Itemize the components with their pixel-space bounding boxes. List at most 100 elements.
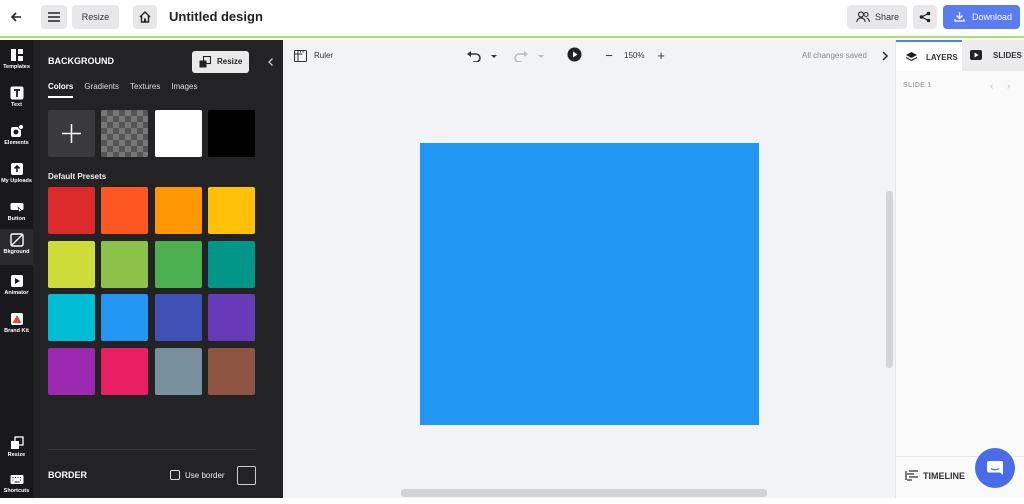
chevron-right-icon[interactable]: ›: [1007, 81, 1010, 92]
add-color-button[interactable]: [48, 110, 95, 157]
use-border-checkbox[interactable]: [170, 470, 180, 480]
keyboard-icon: [10, 475, 23, 484]
side-rail: Templates Text Elements My Uploads Butto…: [0, 40, 33, 498]
rail-label: Shortcuts: [3, 488, 30, 494]
preset-swatch[interactable]: [48, 241, 95, 288]
preset-swatch[interactable]: [155, 187, 202, 234]
rail-label: Bkground: [3, 249, 30, 255]
chevron-right-icon[interactable]: [881, 51, 889, 61]
rail-item-background[interactable]: Bkground: [0, 229, 33, 265]
back-arrow-icon[interactable]: [6, 7, 26, 27]
animator-icon: [10, 275, 23, 287]
preset-swatch[interactable]: [208, 187, 255, 234]
hamburger-icon: [48, 12, 60, 22]
rail-label: Resize: [7, 452, 26, 458]
vertical-scrollbar[interactable]: [886, 191, 893, 368]
panel-heading: BACKGROUND: [48, 56, 114, 66]
document-title[interactable]: Untitled design: [169, 9, 263, 24]
timeline-label: TIMELINE: [923, 471, 965, 481]
home-button[interactable]: [133, 5, 157, 29]
canvas-toolbar: Ruler − 150% + All changes saved: [283, 40, 895, 72]
rail-item-text[interactable]: Text: [0, 82, 33, 118]
preset-swatch[interactable]: [101, 187, 148, 234]
chat-button[interactable]: [975, 448, 1015, 488]
horizontal-scrollbar[interactable]: [401, 489, 767, 497]
border-color-swatch[interactable]: [237, 466, 256, 485]
rail-item-brand-kit[interactable]: Brand Kit: [0, 308, 33, 344]
panel-tabs: Colors Gradients Textures Images: [48, 82, 209, 98]
presets-label: Default Presets: [48, 172, 107, 181]
rail-item-button[interactable]: Button: [0, 196, 33, 232]
share-label: Share: [875, 12, 900, 22]
preset-swatch[interactable]: [48, 187, 95, 234]
ruler-icon: [294, 50, 307, 62]
tab-colors[interactable]: Colors: [48, 82, 74, 98]
users-icon: [856, 11, 870, 23]
elements-icon: [10, 124, 24, 137]
preset-swatch[interactable]: [101, 348, 148, 395]
rail-item-animator[interactable]: Animator: [0, 270, 33, 306]
preset-swatch[interactable]: [155, 241, 202, 288]
tab-gradients[interactable]: Gradients: [84, 82, 119, 98]
preset-swatch[interactable]: [48, 294, 95, 341]
tab-textures[interactable]: Textures: [130, 82, 160, 98]
download-icon: [954, 12, 965, 22]
timeline-icon: [905, 470, 918, 481]
plus-icon: [62, 124, 81, 143]
text-icon: [10, 86, 23, 100]
preset-swatch[interactable]: [208, 241, 255, 288]
button-icon: [10, 203, 23, 214]
redo-button[interactable]: [513, 49, 547, 67]
templates-icon: [10, 49, 23, 61]
chat-icon: [987, 461, 1003, 475]
tab-slides[interactable]: SLIDES: [962, 40, 1024, 71]
zoom-in-button[interactable]: +: [655, 48, 667, 63]
share-link-button[interactable]: [913, 5, 937, 29]
design-canvas[interactable]: [420, 143, 759, 425]
play-button[interactable]: [567, 47, 582, 67]
undo-button[interactable]: [466, 49, 500, 67]
rail-item-my-uploads[interactable]: My Uploads: [0, 158, 33, 194]
home-icon: [139, 11, 151, 23]
canvas-area: Ruler − 150% + All changes saved: [283, 40, 895, 498]
panel-resize-button[interactable]: Resize: [192, 51, 249, 73]
resize-icon: [199, 56, 211, 68]
preset-swatch[interactable]: [101, 241, 148, 288]
preset-swatch[interactable]: [208, 294, 255, 341]
top-bar: Resize Untitled design Share Download: [0, 0, 1024, 38]
play-icon: [567, 47, 582, 62]
share-button[interactable]: Share: [847, 5, 907, 29]
resize-button[interactable]: Resize: [72, 5, 119, 29]
rail-item-elements[interactable]: Elements: [0, 120, 33, 156]
preset-swatch[interactable]: [48, 348, 95, 395]
right-panel: LAYERS SLIDES SLIDE 1 ‹ › TIMELINE: [895, 40, 1024, 498]
rail-label: Button: [7, 216, 26, 222]
slides-label: SLIDES: [993, 51, 1022, 60]
rail-label: My Uploads: [1, 178, 32, 184]
tab-layers[interactable]: LAYERS: [896, 40, 962, 71]
divider: [48, 449, 256, 450]
rail-item-shortcuts[interactable]: Shortcuts: [0, 468, 33, 504]
slide-label: SLIDE 1: [903, 82, 932, 89]
rail-item-resize[interactable]: Resize: [0, 432, 33, 468]
preset-swatch[interactable]: [101, 294, 148, 341]
save-status: All changes saved: [802, 51, 867, 60]
tab-images[interactable]: Images: [171, 82, 197, 98]
zoom-level[interactable]: 150%: [624, 51, 644, 60]
resize-icon: [10, 436, 24, 449]
chevron-left-icon[interactable]: ‹: [990, 81, 993, 92]
collapse-panel-icon[interactable]: [266, 57, 276, 67]
ruler-button[interactable]: Ruler: [294, 48, 333, 64]
rail-item-templates[interactable]: Templates: [0, 44, 33, 80]
download-label: Download: [972, 12, 1013, 22]
zoom-out-button[interactable]: −: [603, 48, 615, 63]
menu-button[interactable]: [41, 5, 67, 29]
preset-swatch[interactable]: [155, 348, 202, 395]
preset-swatch[interactable]: [155, 294, 202, 341]
download-button[interactable]: Download: [943, 5, 1020, 29]
preset-swatch[interactable]: [208, 348, 255, 395]
rail-label: Elements: [4, 140, 29, 146]
color-swatch[interactable]: [208, 110, 255, 157]
transparent-swatch[interactable]: [101, 110, 148, 157]
color-swatch[interactable]: [155, 110, 202, 157]
